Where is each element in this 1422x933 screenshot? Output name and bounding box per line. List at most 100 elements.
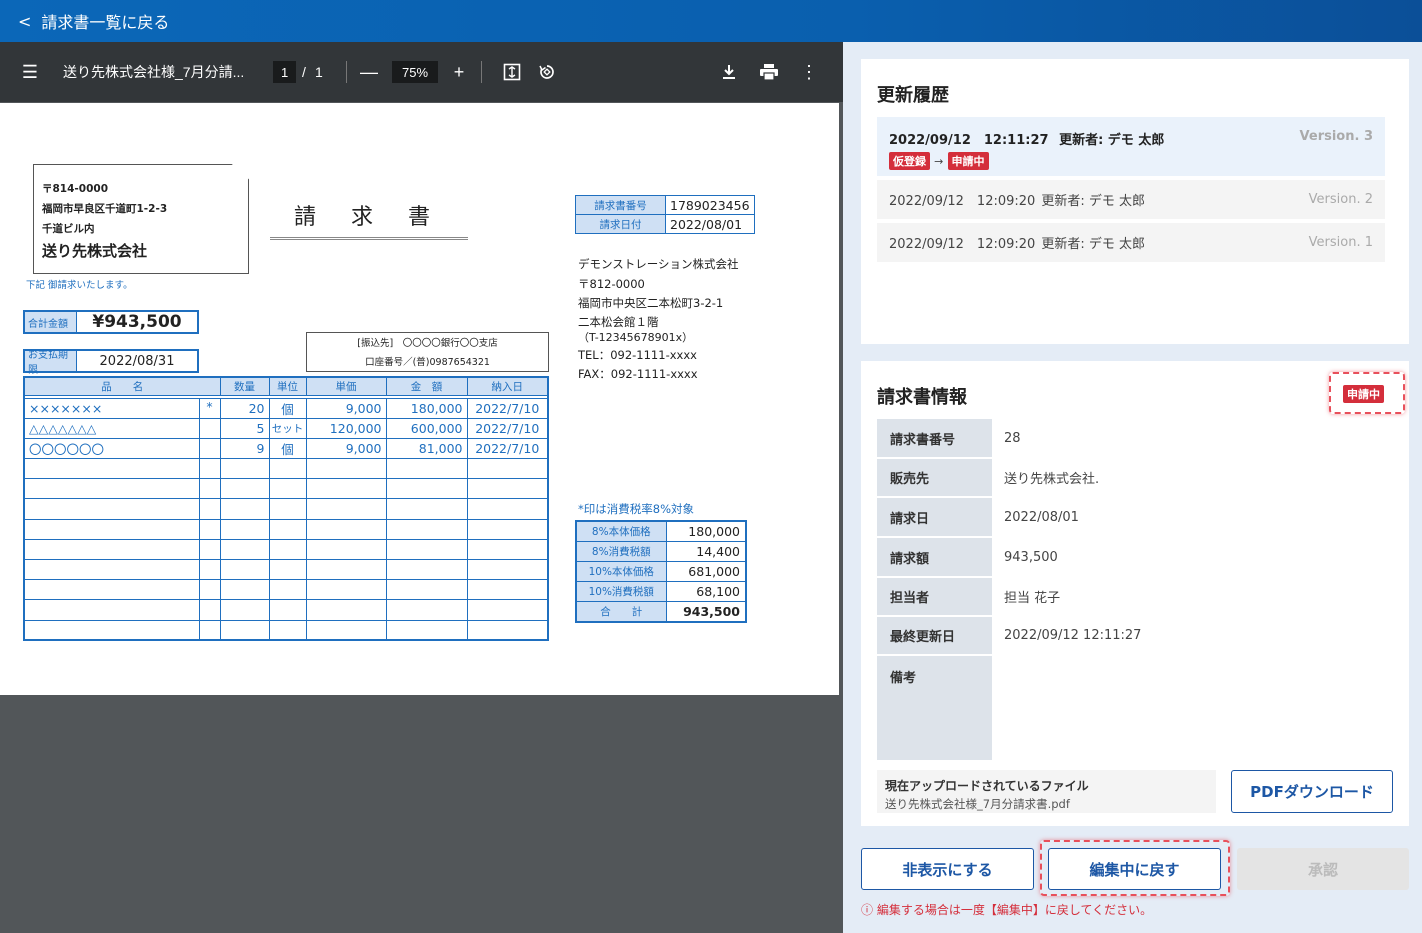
menu-icon[interactable]: ☰ xyxy=(18,42,42,102)
info-key: 最終更新日 xyxy=(877,617,992,654)
history-datetime: 2022/09/12 12:11:27 xyxy=(889,133,1049,148)
tax-value: 681,000 xyxy=(665,560,747,583)
col-header: 納入日 xyxy=(466,376,549,396)
tax-total-value: 943,500 xyxy=(665,601,747,623)
info-value: 2022/08/01 xyxy=(1004,509,1079,525)
tax-summary-table: 8%本体価格 180,000 8%消費税額 14,400 10%本体価格 681,00… xyxy=(575,520,747,623)
history-entry-1[interactable]: 2022/09/12 12:09:20 更新者: デモ 太郎 Version. … xyxy=(877,223,1385,262)
download-icon[interactable] xyxy=(717,42,741,102)
item-unit: 個 xyxy=(268,437,307,460)
bank-line2: 口座番号／(普)0987654321 xyxy=(365,357,490,368)
uploaded-file-box: 現在アップロードされているファイル 送り先株式会社様_7月分請求書.pdf xyxy=(877,770,1216,813)
col-header: 単価 xyxy=(305,376,387,396)
info-value: 送り先株式会社. xyxy=(1004,472,1100,487)
fit-page-icon[interactable] xyxy=(500,42,524,102)
table-row-empty xyxy=(23,458,549,480)
item-amount: 180,000 xyxy=(385,397,468,419)
history-title: 更新履歴 xyxy=(877,85,949,106)
info-key: 販売先 xyxy=(877,459,992,496)
info-key: 請求日 xyxy=(877,498,992,536)
page-number-input[interactable]: 1 xyxy=(273,61,297,83)
divider xyxy=(346,61,347,83)
invoice-page: 〒814-0000 福岡市早良区千道町1-2-3 千道ビル内 送り先株式会社 下… xyxy=(0,103,839,695)
pdf-filename: 送り先株式会社様_7月分請... xyxy=(63,64,245,80)
issuer-name: デモンストレーション株式会社 xyxy=(578,257,739,271)
print-icon[interactable] xyxy=(757,42,781,102)
pdf-viewer: ☰ 送り先株式会社様_7月分請... 1 / 1 — 75% + ⋮ 〒814-… xyxy=(0,42,843,933)
history-entry-2[interactable]: 2022/09/12 12:09:20 更新者: デモ 太郎 Version. … xyxy=(877,180,1385,219)
meta-value: 2022/08/01 xyxy=(665,214,755,234)
page-total: 1 xyxy=(315,64,323,80)
revert-to-editing-button[interactable]: 編集中に戻す xyxy=(1048,848,1221,890)
item-tax-mark xyxy=(198,437,221,460)
table-row-empty xyxy=(23,619,549,641)
table-row: ××××××× * 20 個 9,000 180,000 2022/7/10 xyxy=(23,397,549,419)
history-editor: 更新者: デモ 太郎 xyxy=(1041,237,1145,252)
recipient-postal: 〒814-0000 xyxy=(42,183,108,195)
info-row-notes: 備考 xyxy=(877,656,1393,760)
col-header: 単位 xyxy=(268,376,307,396)
rotate-icon[interactable] xyxy=(535,42,559,102)
zoom-input[interactable]: 75% xyxy=(392,61,439,83)
approve-button[interactable]: 承認 xyxy=(1237,848,1409,890)
info-row: 請求日 2022/08/01 xyxy=(877,498,1393,536)
tax-value: 68,100 xyxy=(665,581,747,603)
info-value: 28 xyxy=(1004,430,1021,446)
back-link[interactable]: < 請求書一覧に戻る xyxy=(0,0,1422,42)
status-badge-to: 申請中 xyxy=(947,152,989,170)
item-price: 9,000 xyxy=(305,397,387,419)
chevron-left-icon: < xyxy=(18,11,32,31)
item-qty: 5 xyxy=(219,417,270,439)
item-date: 2022/7/10 xyxy=(466,417,549,439)
info-key: 請求額 xyxy=(877,538,992,576)
invoice-info-title: 請求書情報 xyxy=(877,387,967,408)
invoice-meta-table: 請求書番号 1789023456 請求日付 2022/08/01 xyxy=(575,195,755,234)
info-row: 最終更新日 2022/09/12 12:11:27 xyxy=(877,617,1393,654)
bank-line1: [振込先] 〇〇〇〇銀行〇〇支店 xyxy=(357,338,498,349)
history-entry-3[interactable]: 2022/09/12 12:11:27 更新者: デモ 太郎 仮登録 → 申請中… xyxy=(877,117,1385,176)
item-date: 2022/7/10 xyxy=(466,397,549,419)
history-version: Version. 3 xyxy=(1299,129,1373,144)
info-row: 担当者 担当 花子 xyxy=(877,578,1393,615)
issuer-info: デモンストレーション株式会社 〒812-0000 福岡市中央区二本松町3-2-1… xyxy=(578,255,739,385)
meta-value: 1789023456 xyxy=(665,195,755,215)
tax-note: *印は消費税率8%対象 xyxy=(578,502,694,516)
zoom-in-icon[interactable]: + xyxy=(447,42,471,102)
due-date-box: お支払期限 2022/08/31 xyxy=(23,349,199,376)
divider xyxy=(481,61,482,83)
uploaded-file-label: 現在アップロードされているファイル xyxy=(885,779,1089,793)
uploaded-file-name: 送り先株式会社様_7月分請求書.pdf xyxy=(885,797,1070,811)
info-value: 2022/09/12 12:11:27 xyxy=(1004,628,1142,643)
table-row-empty xyxy=(23,478,549,500)
tax-value: 14,400 xyxy=(665,540,747,562)
issuer-postal: 〒812-0000 xyxy=(578,276,645,291)
table-row-empty xyxy=(23,558,549,581)
col-header: 品 名 xyxy=(23,376,221,396)
zoom-out-icon[interactable]: — xyxy=(357,42,381,102)
tax-value: 180,000 xyxy=(665,520,747,542)
recipient-address1: 福岡市早良区千道町1-2-3 xyxy=(42,203,168,215)
pdf-toolbar: ☰ 送り先株式会社様_7月分請... 1 / 1 — 75% + ⋮ xyxy=(0,42,843,102)
history-editor: 更新者: デモ 太郎 xyxy=(1041,194,1145,209)
table-row-empty xyxy=(23,538,549,561)
tax-label: 10%本体価格 xyxy=(575,560,667,583)
issuer-fax: FAX：092-1111-xxxx xyxy=(578,367,698,381)
info-row: 販売先 送り先株式会社. xyxy=(877,459,1393,496)
history-datetime: 2022/09/12 12:09:20 xyxy=(889,194,1036,209)
item-name: ××××××× xyxy=(23,397,200,419)
tax-label: 8%消費税額 xyxy=(575,540,667,562)
total-amount-box: 合計金額 ¥943,500 xyxy=(23,310,199,334)
pdf-download-button[interactable]: PDFダウンロード xyxy=(1231,770,1393,813)
item-qty: 20 xyxy=(219,397,270,419)
item-date: 2022/7/10 xyxy=(466,437,549,460)
page-separator: / xyxy=(302,64,306,80)
due-date-value: 2022/08/31 xyxy=(99,353,175,369)
hide-button[interactable]: 非表示にする xyxy=(861,848,1034,890)
tax-label: 10%消費税額 xyxy=(575,581,667,603)
table-row: △△△△△△△ 5 セット 120,000 600,000 2022/7/10 xyxy=(23,417,549,439)
item-price: 9,000 xyxy=(305,437,387,460)
info-key: 備考 xyxy=(877,656,992,760)
info-row: 請求書番号 28 xyxy=(877,419,1393,457)
items-table: 品 名 数量 単位 単価 金 額 納入日 ××××××× * 20 個 9,00… xyxy=(23,376,549,642)
more-options-icon[interactable]: ⋮ xyxy=(797,42,821,102)
